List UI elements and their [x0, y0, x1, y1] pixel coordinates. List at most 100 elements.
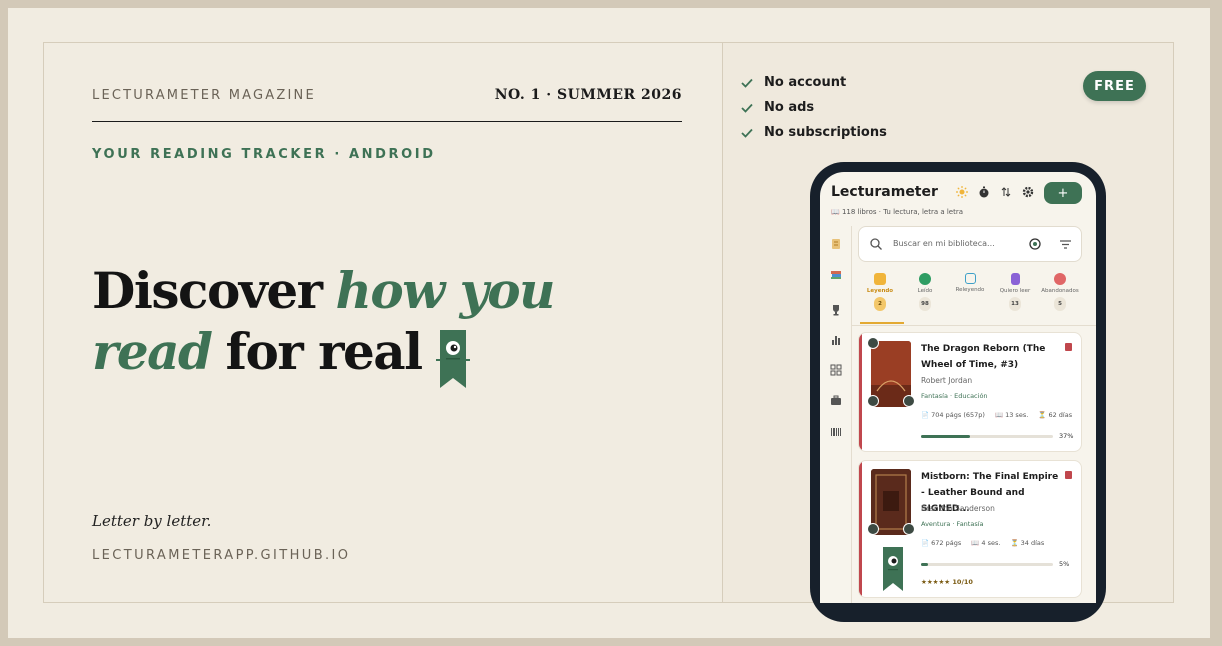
feature-item: No account [740, 70, 887, 95]
open-book-icon [874, 273, 886, 285]
bookmark-icon [1010, 273, 1020, 285]
bookmark-mascot-icon [435, 330, 470, 388]
tab-count: 13 [1009, 297, 1021, 311]
book-author: Brandon Sanderson [921, 504, 995, 513]
motto: Letter by letter. [92, 512, 212, 530]
book-author: Robert Jordan [921, 376, 973, 385]
active-tab-indicator [860, 322, 904, 324]
sort-icon[interactable] [998, 184, 1014, 200]
delete-icon[interactable] [1065, 471, 1072, 479]
tab-abandoned[interactable]: Abandonados 5 [1038, 270, 1082, 311]
check-icon [741, 128, 753, 138]
book-card[interactable]: Mistborn: The Final Empire - Leather Bou… [858, 460, 1082, 598]
books-icon[interactable] [829, 268, 842, 281]
headline-word-how-you: how you [335, 261, 556, 320]
progress-label: 5% [1059, 560, 1070, 568]
book-sessions: 📖 4 ses. [971, 539, 1001, 547]
settings-icon[interactable] [1020, 184, 1036, 200]
feature-list: No account No ads No subscriptions [740, 70, 887, 145]
status-tabs: Leyendo 2 Leído 98 Releyendo Quiero leer… [858, 270, 1082, 326]
book-rating: ★★★★★ 10/10 [921, 578, 973, 586]
status-stripe [859, 461, 862, 597]
book-genres: Fantasía · Educación [921, 392, 988, 400]
website-link[interactable]: LECTURAMETERAPP.GITHUB.IO [92, 548, 350, 563]
progress-bar [921, 563, 1053, 566]
book-days: ⏳ 62 días [1038, 411, 1073, 419]
tabs-divider [851, 325, 1096, 326]
tab-reading[interactable]: Leyendo 2 [858, 270, 902, 311]
sun-icon[interactable] [954, 184, 970, 200]
tab-label: Leído [917, 288, 933, 294]
barcode-icon[interactable] [829, 426, 842, 439]
feature-label: No account [764, 75, 847, 90]
book-stats: 📄 672 págs 📖 4 ses. ⏳ 34 días [921, 539, 1044, 547]
grid-icon[interactable] [829, 364, 842, 377]
cancel-circle-icon [1054, 273, 1066, 285]
side-rail [820, 226, 852, 603]
tab-label: Abandonados [1041, 288, 1079, 294]
feature-label: No ads [764, 100, 815, 115]
bookmark-mascot-icon [883, 547, 903, 591]
scroll-icon[interactable] [829, 238, 842, 251]
edit-icon[interactable] [903, 523, 915, 535]
tab-label: Leyendo [866, 288, 894, 294]
filter-icon[interactable] [1059, 238, 1072, 251]
search-placeholder: Buscar en mi biblioteca... [893, 239, 995, 248]
app-subtitle: 📖 118 libros · Tu lectura, letra a letra [831, 208, 964, 216]
search-icon [870, 238, 882, 250]
briefcase-icon[interactable] [829, 394, 842, 407]
progress-fill [921, 563, 928, 566]
book-days: ⏳ 34 días [1010, 539, 1045, 547]
app-title: Lecturameter [831, 184, 938, 200]
free-badge: FREE [1083, 71, 1146, 101]
tab-count: 5 [1054, 297, 1066, 311]
timer-icon[interactable] [976, 184, 992, 200]
progress-bar [921, 435, 1053, 438]
feature-label: No subscriptions [764, 125, 887, 140]
progress-fill [921, 435, 970, 438]
headline-word-for-real: for real [225, 322, 424, 381]
phone-screen: Lecturameter 📖 118 libros · Tu lectura, … [820, 172, 1096, 603]
issue-label: NO. 1 · SUMMER 2026 [494, 87, 682, 103]
sync-icon [867, 337, 879, 349]
check-circle-icon [919, 273, 931, 285]
column-divider [722, 42, 723, 603]
trophy-icon[interactable] [829, 304, 842, 317]
tab-want-to-read[interactable]: Quiero leer 13 [993, 270, 1037, 311]
tab-rereading[interactable]: Releyendo [948, 270, 992, 293]
scan-icon[interactable] [1028, 237, 1042, 251]
book-genres: Aventura · Fantasía [921, 520, 984, 528]
refresh-icon[interactable] [867, 523, 879, 535]
book-sessions: 📖 13 ses. [994, 411, 1029, 419]
search-field[interactable]: Buscar en mi biblioteca... [858, 226, 1082, 262]
tab-label: Releyendo [955, 287, 985, 293]
refresh-icon[interactable] [867, 395, 879, 407]
tab-count: 98 [919, 297, 931, 311]
tagline: YOUR READING TRACKER · ANDROID [92, 147, 436, 162]
repeat-icon [964, 273, 976, 284]
book-card[interactable]: The Dragon Reborn (The Wheel of Time, #3… [858, 332, 1082, 452]
tab-label: Quiero leer [999, 288, 1031, 294]
add-book-button[interactable]: + [1044, 182, 1082, 204]
headline-word-discover: Discover [92, 261, 323, 320]
book-title: The Dragon Reborn (The Wheel of Time, #3… [921, 344, 1046, 370]
status-stripe [859, 333, 862, 451]
header-actions [954, 184, 1036, 200]
tab-count: 2 [874, 297, 886, 311]
headline: Discover how you read for real [92, 261, 568, 388]
headline-word-read: read [92, 322, 213, 381]
stats-icon[interactable] [829, 334, 842, 347]
header-rule [92, 121, 682, 122]
progress-label: 37% [1059, 432, 1074, 440]
magazine-name: LECTURAMETER MAGAZINE [92, 88, 316, 103]
feature-item: No ads [740, 95, 887, 120]
book-pages: 📄 672 págs [921, 539, 962, 547]
check-icon [741, 103, 753, 113]
book-pages: 📄 704 págs (657p) [921, 411, 985, 419]
delete-icon[interactable] [1065, 343, 1072, 351]
feature-item: No subscriptions [740, 120, 887, 145]
book-stats: 📄 704 págs (657p) 📖 13 ses. ⏳ 62 días [921, 411, 1072, 419]
tab-read[interactable]: Leído 98 [903, 270, 947, 311]
edit-icon[interactable] [903, 395, 915, 407]
check-icon [741, 78, 753, 88]
